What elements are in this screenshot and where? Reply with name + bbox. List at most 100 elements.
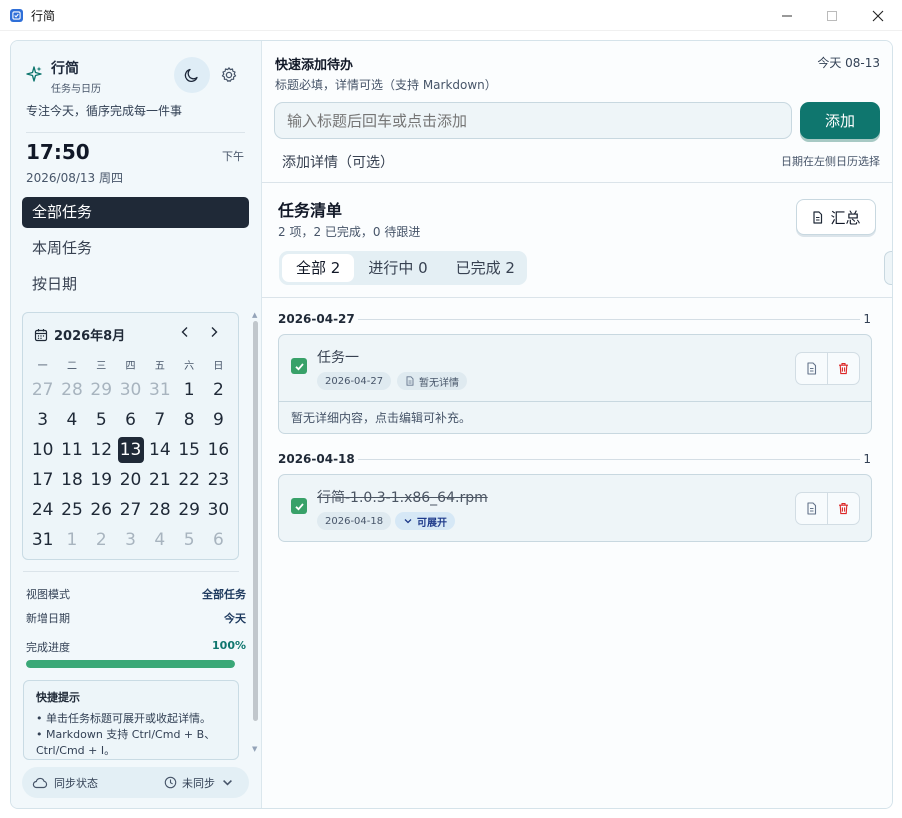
tab-overflow-control[interactable] [884, 251, 892, 285]
weekday-label: 三 [96, 361, 107, 372]
cloud-icon [32, 777, 48, 788]
scroll-down-arrow[interactable]: ▼ [252, 745, 257, 753]
calendar-next-button[interactable] [207, 325, 223, 341]
calendar-day-number: 29 [178, 500, 200, 520]
theme-toggle-button[interactable] [174, 57, 210, 93]
calendar-day[interactable]: 21 [145, 465, 174, 495]
calendar-day[interactable]: 3 [116, 525, 145, 555]
calendar-day[interactable]: 31 [145, 375, 174, 405]
calendar-day-number: 29 [90, 380, 113, 400]
calendar-day[interactable]: 5 [87, 405, 116, 435]
divider [26, 132, 245, 133]
calendar-day[interactable]: 10 [28, 435, 57, 465]
nav-all-tasks[interactable]: 全部任务 [22, 197, 249, 228]
calendar-day[interactable]: 14 [145, 435, 174, 465]
maximize-button[interactable] [809, 0, 855, 31]
sidebar-scrollbar[interactable] [253, 321, 258, 721]
check-icon [294, 362, 304, 371]
nav-by-date[interactable]: 按日期 [22, 269, 249, 300]
minimize-button[interactable] [764, 0, 810, 31]
calendar-day[interactable]: 25 [57, 495, 86, 525]
summary-button[interactable]: 汇总 [796, 199, 876, 235]
nav-week-tasks[interactable]: 本周任务 [22, 233, 249, 264]
calendar-day[interactable]: 28 [57, 375, 86, 405]
calendar-day[interactable]: 11 [57, 435, 86, 465]
app-icon [10, 8, 23, 22]
tab-all[interactable]: 全部 2 [282, 254, 355, 282]
task-card: 任务一 2026-04-27 暂无详情 暂无详细内容，点击编辑可补充。 [278, 334, 872, 434]
calendar-day[interactable]: 12 [87, 435, 116, 465]
calendar-day[interactable]: 1 [174, 375, 203, 405]
today-label: 今天 08-13 [817, 56, 880, 70]
calendar-day[interactable]: 29 [174, 495, 203, 525]
delete-button[interactable] [827, 353, 859, 384]
calendar-day[interactable]: 2 [204, 375, 233, 405]
calendar-day[interactable]: 19 [87, 465, 116, 495]
task-detail-chip: 暂无详情 [397, 372, 467, 390]
delete-button[interactable] [827, 493, 859, 524]
calendar-day[interactable]: 23 [204, 465, 233, 495]
close-button[interactable] [855, 0, 901, 31]
weekday-label: 日 [213, 361, 224, 372]
calendar-prev-button[interactable] [178, 325, 194, 341]
task-row[interactable]: 任务一 2026-04-27 暂无详情 [279, 335, 871, 401]
calendar-day[interactable]: 20 [116, 465, 145, 495]
task-card: 行简-1.0.3-1.x86_64.rpm 2026-04-18 可展开 [278, 474, 872, 542]
calendar-day[interactable]: 28 [145, 495, 174, 525]
calendar-day[interactable]: 8 [174, 405, 203, 435]
calendar-day[interactable]: 30 [204, 495, 233, 525]
calendar-day-number: 23 [207, 470, 230, 490]
trash-icon [839, 503, 849, 515]
calendar-day[interactable]: 4 [57, 405, 86, 435]
calendar-day[interactable]: 31 [28, 525, 57, 555]
tip-item: • 单击任务标题可展开或收起详情。 [36, 712, 211, 725]
calendar-day[interactable]: 24 [28, 495, 57, 525]
calendar-day-number: 28 [61, 380, 83, 400]
tab-completed[interactable]: 已完成 2 [442, 254, 529, 282]
calendar-day-today[interactable]: 13 [116, 435, 145, 465]
calendar-day[interactable]: 15 [174, 435, 203, 465]
task-checkbox[interactable] [291, 358, 307, 374]
calendar-day[interactable]: 4 [145, 525, 174, 555]
expand-chip[interactable]: 可展开 [395, 512, 455, 530]
task-title[interactable]: 行简-1.0.3-1.x86_64.rpm [317, 487, 488, 507]
calendar-day[interactable]: 18 [57, 465, 86, 495]
edit-detail-button[interactable] [796, 353, 827, 384]
sync-status[interactable]: 同步状态 未同步 [22, 767, 249, 798]
calendar-days: 27 28 29 30 31 1 2 3 4 5 6 7 8 9 10 11 12 13 14 15 16 17 18 19 2… [28, 375, 233, 555]
calendar-day[interactable]: 27 [28, 375, 57, 405]
calendar-day-number: 31 [31, 530, 54, 550]
calendar-day[interactable]: 27 [116, 495, 145, 525]
add-button[interactable]: 添加 [800, 102, 880, 139]
divider [262, 297, 892, 298]
calendar-day[interactable]: 29 [87, 375, 116, 405]
task-title-input[interactable] [274, 102, 792, 139]
calendar-day[interactable]: 3 [28, 405, 57, 435]
tab-in-progress[interactable]: 进行中 0 [354, 254, 441, 282]
calendar-day[interactable]: 26 [87, 495, 116, 525]
calendar-day-number: 13 [117, 437, 144, 463]
calendar-day[interactable]: 7 [145, 405, 174, 435]
calendar-day[interactable]: 22 [174, 465, 203, 495]
calendar-day-number: 19 [90, 470, 113, 490]
calendar-day-number: 21 [149, 470, 171, 490]
calendar-day[interactable]: 9 [204, 405, 233, 435]
calendar-day[interactable]: 17 [28, 465, 57, 495]
edit-detail-button[interactable] [796, 493, 827, 524]
calendar-day[interactable]: 6 [204, 525, 233, 555]
calendar-day-number: 5 [95, 410, 107, 430]
task-checkbox[interactable] [291, 498, 307, 514]
filter-tabs: 全部 2 进行中 0 已完成 2 [279, 251, 527, 285]
calendar-day[interactable]: 6 [116, 405, 145, 435]
add-detail-toggle[interactable]: 添加详情（可选） [282, 152, 394, 172]
task-row[interactable]: 行简-1.0.3-1.x86_64.rpm 2026-04-18 可展开 [279, 475, 871, 541]
scroll-up-arrow[interactable]: ▲ [252, 311, 257, 319]
gear-icon[interactable] [220, 66, 238, 84]
calendar-day[interactable]: 2 [87, 525, 116, 555]
calendar-day[interactable]: 16 [204, 435, 233, 465]
task-title[interactable]: 任务一 [317, 347, 359, 367]
chevron-down-icon [404, 519, 412, 524]
calendar-day[interactable]: 5 [174, 525, 203, 555]
calendar-day[interactable]: 30 [116, 375, 145, 405]
calendar-day[interactable]: 1 [57, 525, 86, 555]
